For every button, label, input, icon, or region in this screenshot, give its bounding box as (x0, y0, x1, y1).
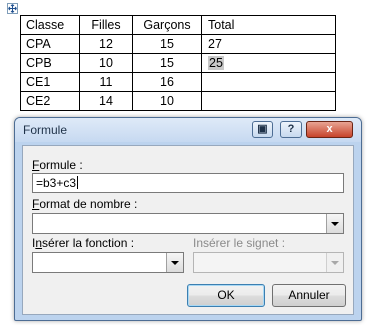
formula-value: =b3+c3 (36, 176, 77, 190)
table-cell[interactable]: CE1 (20, 72, 80, 92)
number-format-dropdown-arrow[interactable] (326, 214, 343, 233)
dialog-title: Formule (23, 123, 68, 137)
chevron-down-icon (171, 261, 179, 265)
table-cell[interactable]: CE2 (20, 91, 80, 111)
formula-label: Formule : (32, 158, 83, 172)
class-table: Classe Filles Garçons Total CPA 12 15 27… (20, 15, 336, 111)
table-row: CE2 14 10 (20, 91, 336, 111)
dialog-body: Formule : =b3+c3 Format de nombre : Insé… (22, 145, 354, 315)
restore-icon: ▣ (257, 123, 268, 135)
header-filles[interactable]: Filles (79, 15, 133, 35)
table-cell[interactable] (201, 91, 336, 111)
insert-function-dropdown-arrow[interactable] (166, 253, 183, 272)
table-cell[interactable] (201, 72, 336, 92)
help-icon: ? (287, 123, 295, 135)
insert-bookmark-label: Insérer le signet : (193, 236, 286, 250)
table-row: CE1 11 16 (20, 72, 336, 92)
text-caret (77, 176, 79, 189)
table-header-row: Classe Filles Garçons Total (20, 15, 336, 35)
insert-bookmark-dropdown-arrow (326, 253, 343, 272)
table-cell[interactable]: 11 (79, 72, 133, 92)
document-canvas: Classe Filles Garçons Total CPA 12 15 27… (0, 0, 372, 325)
number-format-select[interactable] (32, 213, 344, 234)
help-button[interactable]: ? (280, 121, 302, 138)
header-classe[interactable]: Classe (20, 15, 80, 35)
table-cell[interactable]: CPA (20, 34, 80, 54)
table-cell[interactable]: 10 (79, 53, 133, 73)
insert-function-label: Insérer la fonction : (32, 236, 135, 250)
close-icon: x (326, 123, 333, 135)
table-cell[interactable]: 12 (79, 34, 133, 54)
table-cell[interactable]: 10 (132, 91, 202, 111)
formula-input[interactable]: =b3+c3 (32, 173, 344, 193)
selected-total-text: 25 (208, 56, 224, 70)
table-cell[interactable]: 27 (201, 34, 336, 54)
table-move-handle-icon[interactable] (7, 3, 18, 14)
table-cell[interactable]: 14 (79, 91, 133, 111)
table-cell[interactable]: 15 (132, 34, 202, 54)
dialog-titlebar[interactable]: Formule ▣ ? x (15, 118, 361, 142)
table-cell[interactable]: CPB (20, 53, 80, 73)
selected-total-cell[interactable]: 25 (201, 53, 336, 73)
table-row: CPB 10 15 25 (20, 53, 336, 73)
table-row: CPA 12 15 27 (20, 34, 336, 54)
table-cell[interactable]: 16 (132, 72, 202, 92)
cancel-button[interactable]: Annuler (272, 284, 346, 307)
header-garcons[interactable]: Garçons (132, 15, 202, 35)
insert-bookmark-select (193, 252, 344, 273)
close-button[interactable]: x (306, 121, 353, 138)
formula-dialog: Formule ▣ ? x Formule : =b3+c3 Format de… (14, 117, 362, 321)
restore-button[interactable]: ▣ (252, 121, 273, 138)
header-total[interactable]: Total (201, 15, 336, 35)
ok-button[interactable]: OK (187, 284, 265, 307)
insert-function-select[interactable] (32, 252, 184, 273)
table-cell[interactable]: 15 (132, 53, 202, 73)
chevron-down-icon (331, 261, 339, 265)
chevron-down-icon (331, 222, 339, 226)
number-format-label: Format de nombre : (32, 197, 138, 211)
